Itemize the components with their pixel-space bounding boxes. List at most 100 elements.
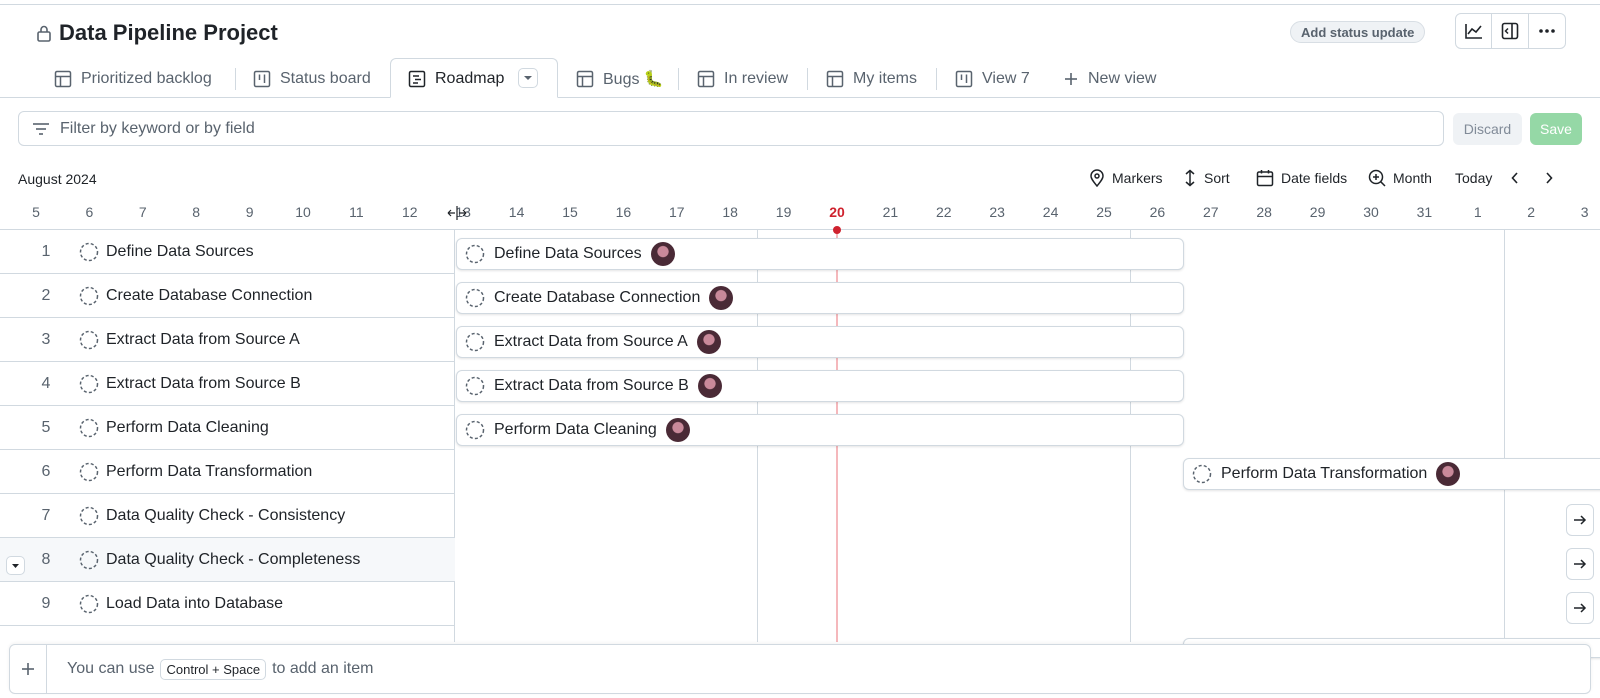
tab-label: Roadmap [435,70,505,87]
tab-separator [678,68,679,90]
draft-issue-icon [79,462,99,482]
avatar[interactable] [650,242,675,266]
calendar-icon [1256,169,1274,187]
zoom-in-icon [1368,169,1386,187]
arrow-right-icon [1573,514,1587,526]
date-fields-button[interactable]: Date fields [1256,167,1347,189]
day-label: 3 [1580,204,1589,220]
previous-button[interactable] [1510,167,1520,189]
table-row[interactable]: 4 Extract Data from Source B [0,362,455,406]
location-pin-icon [1089,169,1105,187]
triangle-down-icon [523,75,533,81]
draft-issue-icon [79,330,99,350]
roadmap-bar[interactable]: Perform Data Cleaning [456,414,1184,446]
tab-status-board[interactable]: Status board [253,64,371,94]
day-label: 20 [829,204,845,220]
item-title[interactable]: Create Database Connection [106,287,312,305]
add-item-bar[interactable]: You can use Control + Space to add an it… [9,644,1591,694]
insights-icon[interactable] [1456,14,1493,48]
day-label: 18 [722,204,738,220]
tabs-divider [0,97,1600,98]
bar-title: Extract Data from Source B [494,377,689,394]
table-row[interactable]: 2 Create Database Connection [0,274,455,318]
bar-title: Create Database Connection [494,289,701,306]
keyboard-shortcut: Control + Space [160,658,267,680]
day-label: 26 [1149,204,1166,220]
column-resize-handle-icon[interactable] [447,206,467,220]
board-icon [955,70,973,88]
avatar[interactable] [665,418,690,442]
add-item-hint: You can use Control + Space to add an it… [67,658,374,680]
tab-in-review[interactable]: In review [697,64,788,94]
item-title[interactable]: Perform Data Cleaning [106,419,269,437]
avatar[interactable] [1436,462,1461,486]
tab-label: Bugs 🐛 [603,71,664,88]
table-row[interactable]: 5 Perform Data Cleaning [0,406,455,450]
markers-button[interactable]: Markers [1089,167,1163,189]
tab-prioritized-backlog[interactable]: Prioritized backlog [54,64,212,94]
roadmap-bar[interactable]: Perform Data Transformation [1183,458,1600,490]
side-panel-icon[interactable] [1492,14,1529,48]
row-number: 7 [41,506,51,524]
roadmap-bar[interactable]: Create Database Connection [456,282,1184,314]
arrow-right-icon [1573,602,1587,614]
item-title[interactable]: Extract Data from Source B [106,375,301,393]
day-label: 25 [1096,204,1112,220]
avatar[interactable] [696,330,721,354]
item-title[interactable]: Data Quality Check - Completeness [106,551,360,569]
roadmap-bar[interactable]: Extract Data from Source A [456,326,1184,358]
table-row[interactable]: 8 Data Quality Check - Completeness [0,538,455,582]
save-button[interactable]: Save [1530,113,1582,145]
zoom-month-button[interactable]: Month [1368,167,1432,189]
item-title[interactable]: Define Data Sources [106,243,254,261]
day-label: 15 [562,204,578,220]
roadmap-bar[interactable]: Define Data Sources [456,238,1184,270]
row-number: 8 [41,550,51,568]
day-label: 10 [295,204,311,220]
tab-options-dropdown[interactable] [518,68,538,88]
today-button[interactable]: Today [1455,167,1492,189]
item-title[interactable]: Data Quality Check - Consistency [106,507,345,525]
table-row[interactable]: 6 Perform Data Transformation [0,450,455,494]
next-button[interactable] [1544,167,1554,189]
tab-my-items[interactable]: My items [826,64,917,94]
item-title[interactable]: Perform Data Transformation [106,463,312,481]
sort-button[interactable]: Sort [1183,167,1230,189]
draft-issue-icon [465,376,485,396]
add-status-update-button[interactable]: Add status update [1290,21,1426,43]
month-label: August 2024 [18,171,97,187]
item-title[interactable]: Extract Data from Source A [106,331,300,349]
draft-issue-icon [465,244,485,264]
scroll-to-item-button[interactable] [1566,592,1594,624]
chevron-right-icon [1544,171,1554,185]
add-item-button[interactable] [10,645,47,693]
avatar[interactable] [697,374,722,398]
item-title[interactable]: Load Data into Database [106,595,283,613]
new-view-button[interactable]: New view [1063,64,1156,94]
item-list: 1 Define Data Sources 2 Create Database … [0,230,455,642]
discard-button[interactable]: Discard [1453,113,1522,145]
tab-view-7[interactable]: View 7 [955,64,1030,94]
roadmap-bar[interactable]: Extract Data from Source B [456,370,1184,402]
draft-issue-icon [79,594,99,614]
scroll-to-item-button[interactable] [1566,504,1594,536]
scroll-to-item-button[interactable] [1566,548,1594,580]
row-number: 4 [41,374,51,392]
table-row[interactable]: 3 Extract Data from Source A [0,318,455,362]
draft-issue-icon [79,506,99,526]
table-row[interactable]: 9 Load Data into Database [0,582,455,626]
row-number: 1 [41,242,51,260]
table-row[interactable]: 1 Define Data Sources [0,230,455,274]
row-menu-button[interactable] [6,556,25,575]
table-row[interactable]: 7 Data Quality Check - Consistency [0,494,455,538]
filter-input[interactable] [60,119,1360,138]
hint-suffix: to add an item [272,660,374,677]
filter-bar[interactable] [18,111,1444,146]
tab-label: View 7 [982,70,1030,87]
avatar[interactable] [709,286,734,310]
tab-bugs[interactable]: Bugs 🐛 [576,64,664,94]
kebab-icon[interactable] [1529,14,1565,48]
tab-roadmap[interactable]: Roadmap [408,64,504,94]
row-number: 5 [41,418,51,436]
table-icon [54,70,72,88]
